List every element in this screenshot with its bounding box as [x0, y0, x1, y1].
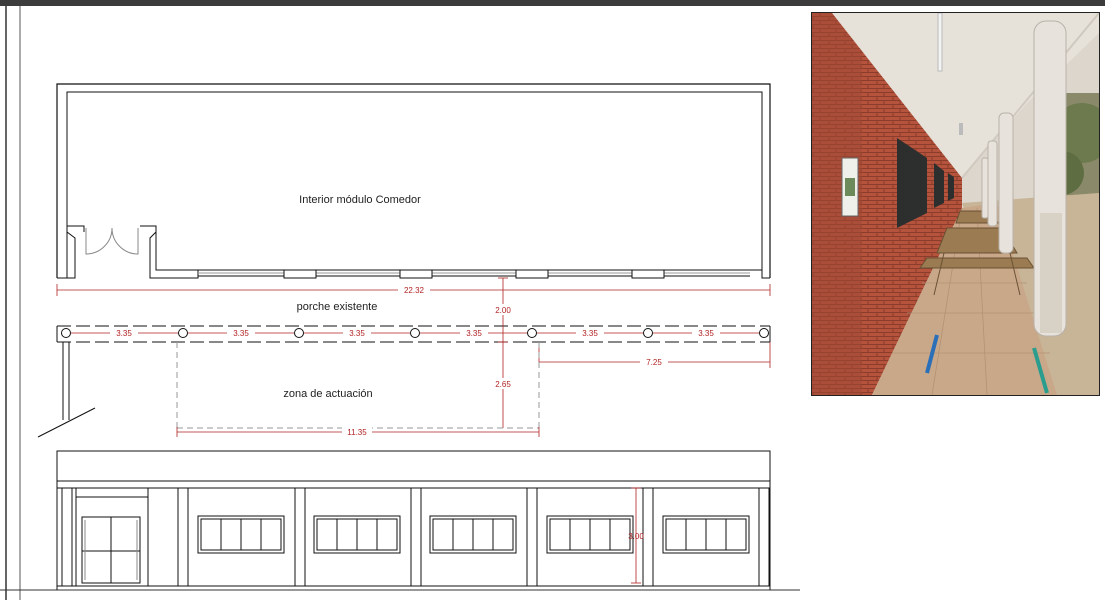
zone-width-label: 11.35 [347, 428, 367, 437]
bay-label: 3.35 [582, 329, 598, 338]
bay-label: 3.35 [349, 329, 365, 338]
right-span-label: 7.25 [646, 358, 662, 367]
porch-photo [811, 12, 1100, 396]
column [178, 328, 188, 338]
elevation-window [546, 515, 634, 554]
room-label: Interior módulo Comedor [299, 194, 421, 206]
intervention-zone [176, 342, 540, 429]
elevation-window [662, 515, 750, 554]
elevation-window [197, 515, 285, 554]
floor-plan [56, 83, 771, 279]
porch-label: porche existente [297, 301, 378, 313]
column [410, 328, 420, 338]
bay-label: 3.35 [466, 329, 482, 338]
column [294, 328, 304, 338]
porch-depth-label: 2.00 [495, 306, 511, 315]
column [61, 328, 71, 338]
elevation-window [313, 515, 401, 554]
column [527, 328, 537, 338]
zone-label: zona de actuación [283, 388, 372, 400]
covered-porch-photo-icon [812, 13, 1099, 395]
elevation-window [429, 515, 517, 554]
left-wall-stub [37, 342, 96, 438]
front-elevation [56, 450, 771, 590]
bay-label: 3.35 [116, 329, 132, 338]
elevation-height-label: 3.00 [628, 532, 644, 541]
zone-depth-label: 2.65 [495, 380, 511, 389]
column [759, 328, 769, 338]
architectural-drawing: Interior módulo Comedor 22.32 porche exi… [0, 6, 800, 600]
bay-label: 3.35 [698, 329, 714, 338]
bay-label: 3.35 [233, 329, 249, 338]
porch-depth-dimension [498, 277, 508, 428]
column [643, 328, 653, 338]
total-width-label: 22.32 [404, 286, 425, 295]
